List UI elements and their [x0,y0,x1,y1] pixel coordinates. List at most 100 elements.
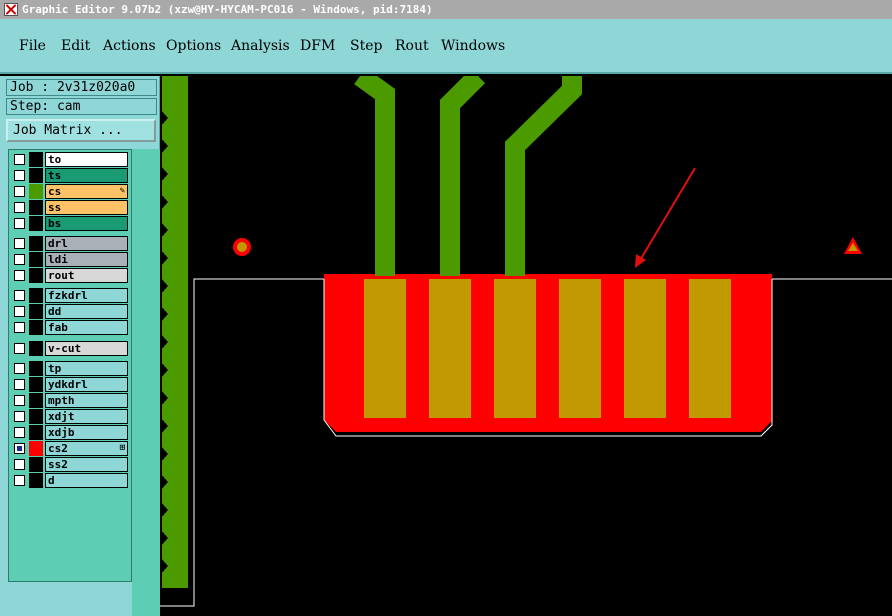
pad-2 [429,279,471,418]
pad-4 [559,279,601,418]
layer-color-swatch[interactable] [29,457,43,472]
layer-checkbox[interactable] [14,363,25,374]
job-matrix-button[interactable]: Job Matrix ... [6,119,156,142]
layer-row-cs2[interactable]: cs2 ⊞ [11,441,129,456]
layer-name[interactable]: fab [45,320,128,335]
layer-name[interactable]: ts [45,168,128,183]
layer-name[interactable]: to [45,152,128,167]
trace-3 [505,76,582,276]
layer-checkbox[interactable] [14,411,25,422]
layer-color-swatch[interactable] [29,341,43,356]
window-title: Graphic Editor 9.07b2 (xzw@HY-HYCAM-PC01… [22,3,433,16]
layer-checkbox[interactable] [14,322,25,333]
layer-checkbox[interactable] [14,443,25,454]
layer-checkbox[interactable] [14,154,25,165]
menu-file[interactable]: File [19,38,46,54]
layer-name[interactable]: cs ✎ [45,184,128,199]
layer-row-bs[interactable]: bs [11,216,129,231]
layer-row-d[interactable]: d [11,473,129,488]
plus-box-icon: ⊞ [119,443,125,453]
layer-color-swatch[interactable] [29,268,43,283]
layer-name[interactable]: fzkdrl [45,288,128,303]
layer-row-xdjb[interactable]: xdjb [11,425,129,440]
layer-name[interactable]: rout [45,268,128,283]
layer-row-ydkdrl[interactable]: ydkdrl [11,377,129,392]
layer-row-cs[interactable]: cs ✎ [11,184,129,199]
layer-color-swatch[interactable] [29,425,43,440]
layer-name[interactable]: ydkdrl [45,377,128,392]
menu-edit[interactable]: Edit [61,38,90,54]
layer-checkbox[interactable] [14,475,25,486]
layer-name[interactable]: cs2 ⊞ [45,441,128,456]
layer-color-swatch[interactable] [29,320,43,335]
layer-checkbox[interactable] [14,270,25,281]
menu-dfm[interactable]: DFM [300,38,335,54]
layer-row-tp[interactable]: tp [11,361,129,376]
layer-color-swatch[interactable] [29,252,43,267]
layer-name[interactable]: ss [45,200,128,215]
layer-row-rout[interactable]: rout [11,268,129,283]
layer-list: to ts cs ✎ ss bs drl ldi rout fzkdrl dd fab v-cut tp y… [8,149,132,582]
layer-row-fzkdrl[interactable]: fzkdrl [11,288,129,303]
layer-checkbox[interactable] [14,306,25,317]
layer-checkbox[interactable] [14,290,25,301]
layer-checkbox[interactable] [14,459,25,470]
layer-color-swatch[interactable] [29,361,43,376]
layer-row-to[interactable]: to [11,152,129,167]
layer-name[interactable]: tp [45,361,128,376]
layer-row-xdjt[interactable]: xdjt [11,409,129,424]
layer-checkbox[interactable] [14,254,25,265]
layer-color-swatch[interactable] [29,473,43,488]
layer-checkbox[interactable] [14,170,25,181]
layer-color-swatch[interactable] [29,288,43,303]
menu-rout[interactable]: Rout [395,38,429,54]
layer-row-ts[interactable]: ts [11,168,129,183]
layer-color-swatch[interactable] [29,200,43,215]
layer-row-ss[interactable]: ss [11,200,129,215]
layer-name[interactable]: d [45,473,128,488]
layer-name[interactable]: xdjb [45,425,128,440]
pad-5 [624,279,666,418]
layer-color-swatch[interactable] [29,152,43,167]
layer-checkbox[interactable] [14,238,25,249]
layer-checkbox[interactable] [14,186,25,197]
layer-color-swatch[interactable] [29,304,43,319]
layer-color-swatch[interactable] [29,409,43,424]
layer-row-mpth[interactable]: mpth [11,393,129,408]
layer-color-swatch[interactable] [29,377,43,392]
layer-row-dd[interactable]: dd [11,304,129,319]
layer-row-v-cut[interactable]: v-cut [11,341,129,356]
layer-checkbox[interactable] [14,202,25,213]
layer-name[interactable]: bs [45,216,128,231]
graphic-canvas[interactable] [160,76,892,616]
job-label: Job : 2v31z020a0 [6,79,157,96]
menu-options[interactable]: Options [166,38,221,54]
menu-windows[interactable]: Windows [441,38,505,54]
layer-name[interactable]: xdjt [45,409,128,424]
layer-name[interactable]: dd [45,304,128,319]
layer-color-swatch[interactable] [29,168,43,183]
layer-name[interactable]: v-cut [45,341,128,356]
layer-list-scroll-area[interactable] [132,149,160,616]
layer-checkbox[interactable] [14,395,25,406]
layer-color-swatch[interactable] [29,393,43,408]
layer-color-swatch[interactable] [29,184,43,199]
layer-row-fab[interactable]: fab [11,320,129,335]
layer-color-swatch[interactable] [29,236,43,251]
layer-name[interactable]: mpth [45,393,128,408]
layer-name[interactable]: ldi [45,252,128,267]
layer-row-ss2[interactable]: ss2 [11,457,129,472]
layer-name[interactable]: ss2 [45,457,128,472]
layer-checkbox[interactable] [14,379,25,390]
layer-color-swatch[interactable] [29,441,43,456]
menu-analysis[interactable]: Analysis [231,38,290,54]
layer-row-ldi[interactable]: ldi [11,252,129,267]
layer-checkbox[interactable] [14,427,25,438]
menu-actions[interactable]: Actions [103,38,156,54]
layer-color-swatch[interactable] [29,216,43,231]
layer-name[interactable]: drl [45,236,128,251]
layer-row-drl[interactable]: drl [11,236,129,251]
layer-checkbox[interactable] [14,343,25,354]
menu-step[interactable]: Step [350,38,382,54]
layer-checkbox[interactable] [14,218,25,229]
